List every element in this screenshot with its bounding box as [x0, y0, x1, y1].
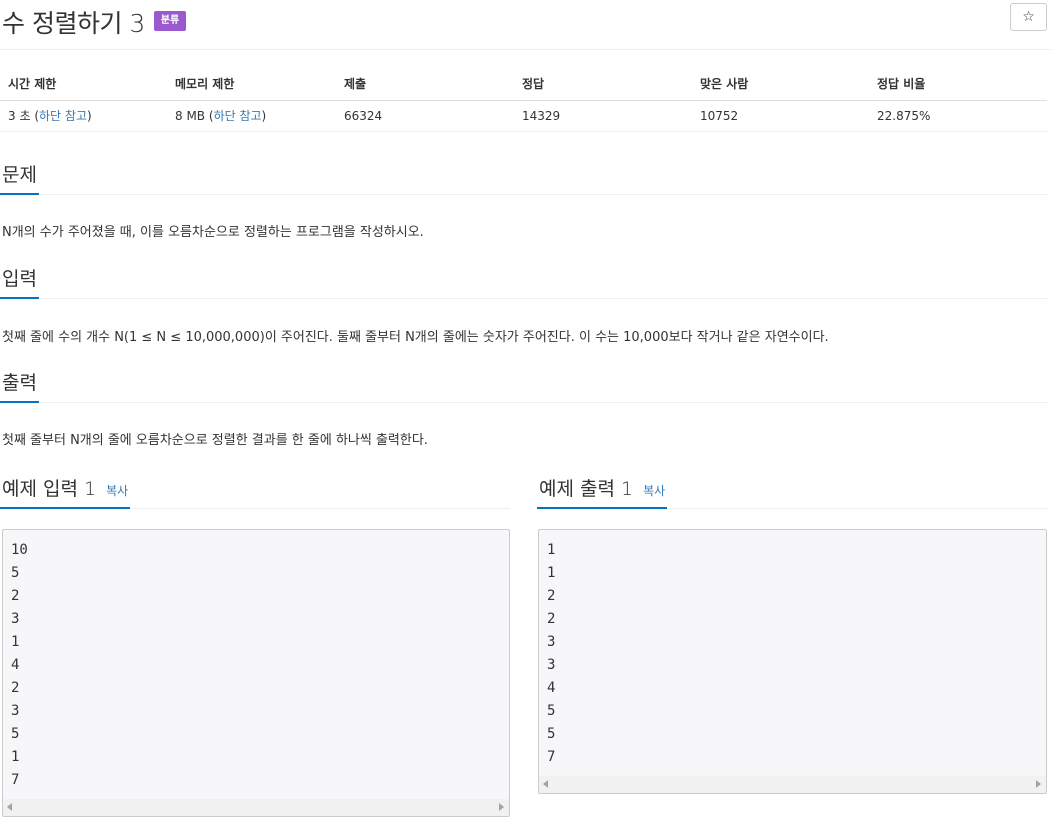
sample-input-header: 예제 입력 1 복사	[0, 474, 510, 509]
sample-output-box[interactable]: 1 1 2 2 3 3 4 5 5 7	[538, 529, 1047, 794]
sample-input-title: 예제 입력 1	[2, 478, 97, 500]
sample-output-line: 1	[547, 565, 556, 581]
sample-input-line: 2	[11, 680, 20, 696]
sample-output-title-group: 예제 출력 1 복사	[537, 474, 668, 509]
header-accepted: 정답	[514, 68, 692, 101]
info-value-row: 3 초 (하단 참고) 8 MB (하단 참고) 66324 14329 107…	[0, 100, 1047, 132]
sample-output-line: 2	[547, 588, 556, 604]
submissions-value: 66324	[336, 100, 514, 132]
time-limit-value: 3 초	[8, 109, 31, 123]
sample-input-line: 5	[11, 565, 20, 581]
sample-output-line: 3	[547, 657, 556, 673]
sample-input-line: 4	[11, 657, 20, 673]
description-title: 문제	[0, 160, 39, 195]
scroll-left-arrow-icon[interactable]	[7, 803, 12, 811]
input-title: 입력	[0, 264, 39, 299]
sample-input-line: 10	[11, 542, 28, 558]
star-icon: ☆	[1022, 9, 1035, 25]
time-limit-note-link[interactable]: 하단 참고	[39, 109, 87, 123]
output-header: 출력	[0, 368, 1047, 403]
output-title: 출력	[0, 368, 39, 403]
scroll-left-arrow-icon[interactable]	[543, 780, 548, 788]
memory-limit-note-link[interactable]: 하단 참고	[214, 109, 262, 123]
sample-input-line: 2	[11, 588, 20, 604]
solvers-value: 10752	[692, 100, 869, 132]
description-text: N개의 수가 주어졌을 때, 이를 오름차순으로 정렬하는 프로그램을 작성하시…	[2, 225, 424, 240]
header-time-limit: 시간 제한	[0, 68, 167, 101]
sample-input-line: 1	[11, 634, 20, 650]
sample-output-line: 7	[547, 749, 556, 765]
problem-info-table: 시간 제한 메모리 제한 제출 정답 맞은 사람 정답 비율 3 초 (하단 참…	[0, 68, 1047, 132]
tag-badge[interactable]: 분류	[154, 11, 186, 31]
scroll-right-arrow-icon[interactable]	[499, 803, 504, 811]
sample-input-line: 5	[11, 726, 20, 742]
output-text: 첫째 줄부터 N개의 줄에 오름차순으로 정렬한 결과를 한 줄에 하나씩 출력…	[2, 433, 428, 448]
header-solvers: 맞은 사람	[692, 68, 869, 101]
sample-input-title-group: 예제 입력 1 복사	[0, 474, 131, 509]
accepted-value: 14329	[514, 100, 692, 132]
header-memory-limit: 메모리 제한	[167, 68, 336, 101]
header-submissions: 제출	[336, 68, 514, 101]
sample-output-scrollbar[interactable]	[539, 776, 1046, 793]
sample-input-box[interactable]: 10 5 2 3 1 4 2 3 5 1 7	[2, 529, 510, 817]
time-limit-cell: 3 초 (하단 참고)	[0, 100, 167, 132]
sample-input-line: 7	[11, 772, 20, 788]
input-text: 첫째 줄에 수의 개수 N(1 ≤ N ≤ 10,000,000)이 주어진다.…	[2, 330, 829, 345]
memory-link-close: )	[261, 109, 267, 123]
sample-input-line: 3	[11, 703, 20, 719]
time-link-close: )	[87, 109, 92, 123]
ratio-value: 22.875%	[869, 100, 1047, 132]
sample-input-copy-link[interactable]: 복사	[106, 484, 128, 498]
memory-limit-cell: 8 MB (하단 참고)	[167, 100, 336, 132]
sample-input-lines: 10 5 2 3 1 4 2 3 5 1 7	[3, 530, 509, 792]
page-title: 수 정렬하기 3	[2, 9, 145, 38]
sample-output-header: 예제 출력 1 복사	[537, 474, 1047, 509]
info-header-row: 시간 제한 메모리 제한 제출 정답 맞은 사람 정답 비율	[0, 68, 1047, 101]
sample-output-line: 5	[547, 703, 556, 719]
title-row: 수 정렬하기 3 분류 ☆	[0, 0, 1051, 50]
sample-input-line: 3	[11, 611, 20, 627]
sample-output-line: 4	[547, 680, 556, 696]
star-button[interactable]: ☆	[1010, 3, 1047, 31]
sample-input-line: 1	[11, 749, 20, 765]
sample-output-title: 예제 출력 1	[539, 478, 634, 500]
sample-output-line: 3	[547, 634, 556, 650]
description-header: 문제	[0, 160, 1047, 195]
sample-output-lines: 1 1 2 2 3 3 4 5 5 7	[539, 530, 1046, 769]
input-header: 입력	[0, 264, 1047, 299]
memory-limit-value: 8 MB	[175, 109, 206, 123]
scroll-right-arrow-icon[interactable]	[1036, 780, 1041, 788]
sample-output-line: 1	[547, 542, 556, 558]
sample-output-copy-link[interactable]: 복사	[643, 484, 665, 498]
sample-output-line: 2	[547, 611, 556, 627]
header-ratio: 정답 비율	[869, 68, 1047, 101]
sample-input-scrollbar[interactable]	[3, 799, 509, 816]
sample-output-line: 5	[547, 726, 556, 742]
